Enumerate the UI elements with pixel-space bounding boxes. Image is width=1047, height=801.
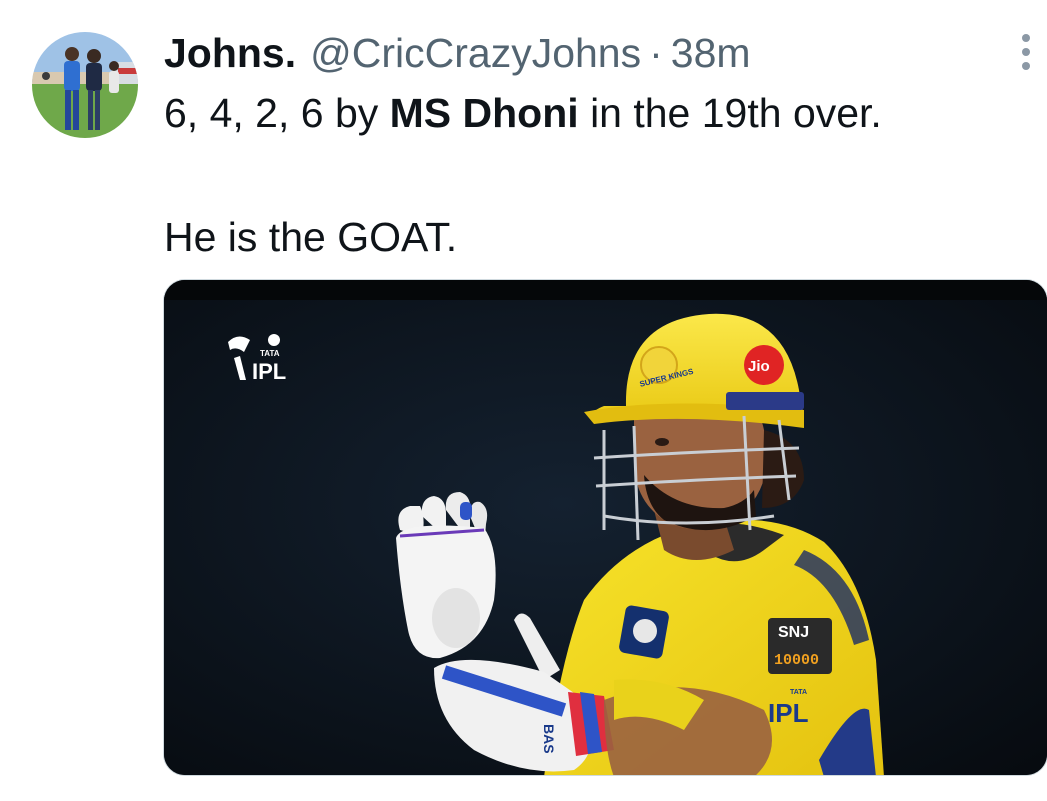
helmet-sponsor: Jio [748, 358, 770, 375]
more-dot [1022, 62, 1030, 70]
jersey-patch-text: SNJ [778, 624, 809, 641]
more-dot [1022, 34, 1030, 42]
jersey-ipl-tata: TATA [790, 689, 807, 696]
jersey-patch-sub: 10000 [774, 652, 819, 669]
tweet-text-prefix: 6, 4, 2, 6 by [164, 90, 390, 136]
jersey-ipl: IPL [768, 698, 809, 728]
tweet-header: Johns. @CricCrazyJohns · 38m [164, 28, 751, 78]
tweet-text-line-1: 6, 4, 2, 6 by MS Dhoni in the 19th over. [164, 88, 882, 138]
tweet-media[interactable]: TATA IPL Jio SUPER KINGS SNJ 10000 TATA … [163, 279, 1047, 776]
user-handle[interactable]: @CricCrazyJohns [310, 28, 641, 78]
avatar[interactable] [32, 32, 138, 138]
media-image: TATA IPL Jio SUPER KINGS SNJ 10000 TATA … [164, 280, 1047, 775]
more-options-icon[interactable] [1012, 32, 1040, 72]
tweet-text-bold: MS Dhoni [389, 90, 579, 136]
avatar-photo [32, 32, 138, 138]
display-name[interactable]: Johns. [164, 28, 296, 78]
timestamp[interactable]: 38m [671, 28, 751, 78]
ipl-logo-text: IPL [252, 359, 286, 384]
ipl-logo-tata: TATA [260, 349, 280, 358]
glove-text: BAS [541, 724, 557, 754]
separator-dot: · [649, 30, 663, 76]
more-dot [1022, 48, 1030, 56]
tweet-text-suffix: in the 19th over. [578, 90, 882, 136]
tweet-text-line-2: He is the GOAT. [164, 214, 458, 260]
